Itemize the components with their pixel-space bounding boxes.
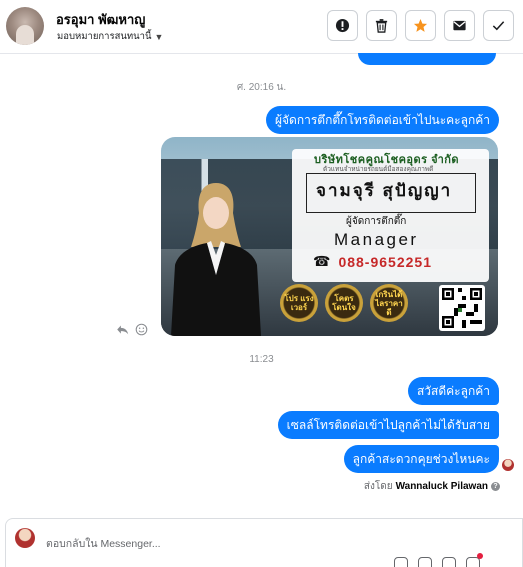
- previous-message-bubble[interactable]: [358, 53, 496, 65]
- reply-icon[interactable]: [116, 323, 129, 336]
- help-icon[interactable]: ?: [491, 482, 500, 491]
- message-bubble[interactable]: ผู้จัดการตึกตึ๊กโทรติดต่อเข้าไปนะคะลูกค้…: [265, 106, 499, 134]
- qr-code: [439, 285, 485, 331]
- assign-conversation-dropdown[interactable]: มอบหมายการสนทนานี้ ▼: [57, 29, 163, 44]
- check-icon: [492, 21, 505, 31]
- reply-composer: ตอบกลับใน Messenger...: [5, 518, 523, 567]
- sent-by-name: Wannaluck Pilawan: [395, 481, 488, 492]
- seen-avatar: [502, 459, 514, 471]
- message-bubble[interactable]: ลูกค้าสะดวกคุยช่วงไหนคะ: [343, 445, 499, 473]
- contact-avatar[interactable]: [6, 7, 44, 45]
- manager-photo: [171, 183, 261, 336]
- alert-icon: [335, 18, 350, 33]
- message-actions: [116, 323, 148, 336]
- phone-row: ☎ 088-9652251: [313, 253, 432, 270]
- message-bubble[interactable]: เซลล์โทรติดต่อเข้าไปลูกค้าไม่ได้รับสาย: [277, 411, 499, 439]
- timestamp: 11:23: [249, 354, 274, 365]
- star-button[interactable]: [405, 10, 436, 41]
- emoji-reaction-icon[interactable]: [135, 323, 148, 336]
- manager-title: ผู้จัดการตึกตึ๊ก: [346, 216, 407, 227]
- promo-badge: เกรินได้ ไลราคาดี: [370, 284, 408, 322]
- header-actions: [327, 10, 514, 41]
- assign-label: มอบหมายการสนทนานี้: [57, 31, 152, 42]
- sent-by-prefix: ส่งโดย: [363, 481, 393, 492]
- mark-done-button[interactable]: [483, 10, 514, 41]
- reply-input[interactable]: ตอบกลับใน Messenger...: [46, 535, 161, 552]
- attach-icon[interactable]: [394, 557, 408, 567]
- conversation-header: อรอุมา พัฒหาญู มอบหมายการสนทนานี้ ▼: [0, 0, 523, 54]
- manager-name: จามจุรี สุปัญญา: [316, 181, 453, 200]
- phone-icon: ☎: [313, 253, 331, 269]
- delete-button[interactable]: [366, 10, 397, 41]
- star-icon: [413, 18, 428, 32]
- phone-number: 088-9652251: [338, 253, 432, 270]
- promo-badge: โปร แรง เวอร์: [280, 284, 318, 322]
- mark-unread-button[interactable]: [444, 10, 475, 41]
- message-thread[interactable]: ศ. 20:16 น. ผู้จัดการตึกตึ๊กโทรติดต่อเข้…: [0, 53, 523, 517]
- trash-icon: [375, 19, 388, 33]
- promo-badge: โคตร โดนใจ: [325, 284, 363, 322]
- more-tools-icon[interactable]: [466, 553, 483, 567]
- message-bubble[interactable]: สวัสดีค่ะลูกค้า: [407, 377, 499, 405]
- timestamp: ศ. 20:16 น.: [236, 82, 287, 93]
- envelope-icon: [453, 20, 466, 31]
- promo-badges: โปร แรง เวอร์ โคตร โดนใจ เกรินได้ ไลราคา…: [280, 284, 408, 322]
- composer-tools: [394, 553, 483, 567]
- image-attachment[interactable]: บริษัทโชคคูณโชคอุดร จำกัด ตัวแทนจำหน่ายร…: [161, 137, 498, 336]
- contact-name[interactable]: อรอุมา พัฒหาญู: [56, 9, 145, 30]
- sent-by: ส่งโดย Wannaluck Pilawan ?: [364, 479, 500, 494]
- page-avatar: [15, 528, 35, 548]
- mark-spam-button[interactable]: [327, 10, 358, 41]
- manager-role: Manager: [334, 230, 419, 249]
- saved-replies-icon[interactable]: [418, 557, 432, 567]
- emoji-icon[interactable]: [442, 557, 456, 567]
- caret-down-icon: ▼: [154, 31, 164, 42]
